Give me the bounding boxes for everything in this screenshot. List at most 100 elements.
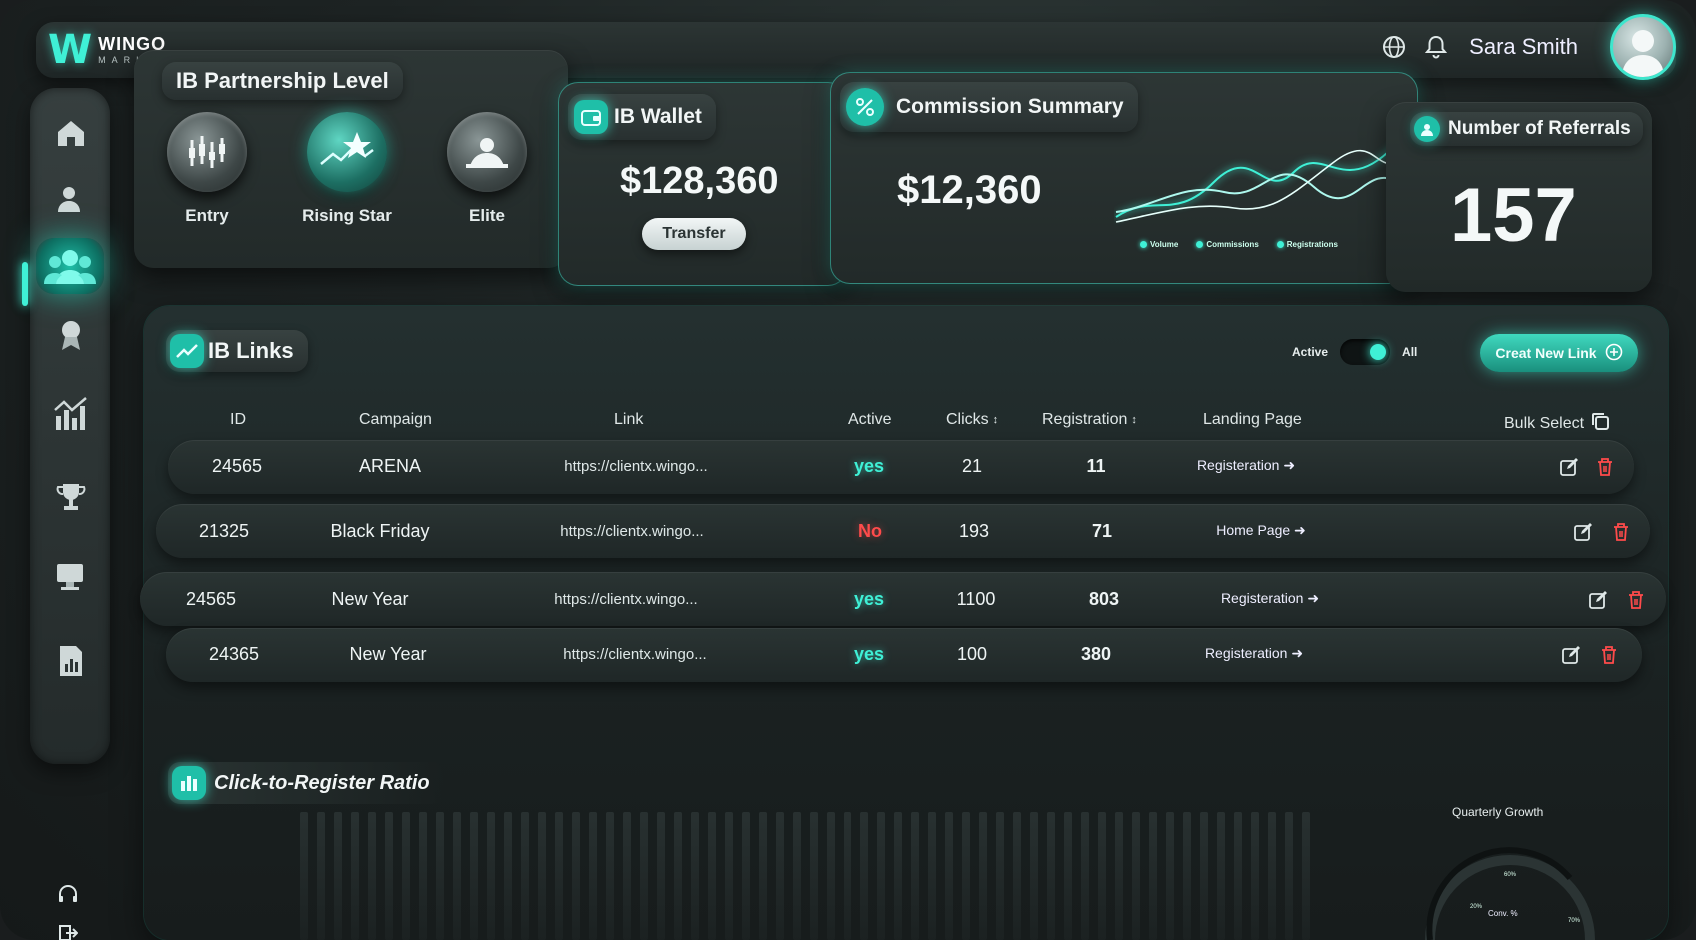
row-registration: 71 — [1091, 521, 1113, 541]
toggle-label-active: Active — [1292, 345, 1329, 359]
gauge-tick-1: 60% — [1504, 872, 1517, 878]
col-registration[interactable]: Registration ↕ — [1042, 411, 1137, 429]
delete-icon[interactable] — [1625, 589, 1647, 611]
commission-title: Commission Summary — [896, 95, 1124, 118]
row-id: 24565 — [185, 589, 237, 609]
edit-icon[interactable] — [1560, 644, 1582, 666]
wallet-title-wrap: IB Wallet — [568, 94, 716, 140]
row-link[interactable]: https://clientx.wingo... — [564, 458, 707, 475]
delete-icon[interactable] — [1598, 644, 1620, 666]
chart-icon[interactable] — [48, 390, 94, 436]
ratio-bars — [300, 812, 1311, 940]
edit-icon[interactable] — [1558, 456, 1580, 478]
monitor-icon[interactable] — [48, 554, 94, 600]
headset-icon[interactable] — [56, 882, 80, 911]
referrals-count: 157 — [1450, 173, 1577, 258]
quarterly-growth-title: Quarterly Growth — [1452, 805, 1544, 819]
transfer-button[interactable]: Transfer — [642, 218, 746, 250]
row-clicks: 1100 — [956, 589, 996, 609]
entry-badge-icon — [167, 112, 247, 192]
row-landing[interactable]: Registeration ➜ — [1197, 457, 1295, 474]
legend-commissions: Commissions — [1196, 240, 1259, 249]
level-rising-star-label: Rising Star — [302, 206, 392, 225]
row-landing-label: Registeration — [1196, 457, 1280, 473]
row-link[interactable]: https://clientx.wingo... — [554, 591, 697, 608]
col-clicks[interactable]: Clicks ↕ — [946, 411, 998, 429]
col-landing: Landing Page — [1203, 411, 1302, 428]
create-new-link-button[interactable]: Creat New Link — [1480, 334, 1638, 372]
home-icon[interactable] — [48, 110, 94, 156]
edit-icon[interactable] — [1587, 589, 1609, 611]
row-registration: 803 — [1088, 589, 1120, 609]
delete-icon[interactable] — [1610, 521, 1632, 543]
row-active: yes — [853, 644, 885, 664]
logo-mark-icon: W — [48, 27, 93, 73]
level-entry[interactable]: Entry — [162, 112, 252, 226]
copy-icon — [1590, 411, 1610, 436]
level-elite-label: Elite — [469, 206, 505, 225]
arrow-right-icon: ➜ — [1294, 522, 1306, 538]
row-campaign: New Year — [349, 644, 427, 664]
logout-icon[interactable] — [58, 924, 79, 940]
wallet-amount: $128,360 — [620, 160, 779, 202]
sparkline-commissions — [1115, 173, 1399, 213]
col-clicks-label: Clicks — [946, 411, 989, 428]
row-campaign: ARENA — [358, 456, 422, 476]
commission-amount: $12,360 — [897, 168, 1042, 212]
sort-icon: ↕ — [1131, 414, 1137, 426]
row-id: 21325 — [198, 521, 250, 541]
col-link: Link — [614, 411, 644, 428]
referrals-icon — [1414, 116, 1440, 142]
elite-badge-icon — [447, 112, 527, 192]
row-link[interactable]: https://clientx.wingo... — [563, 646, 706, 663]
row-clicks: 193 — [958, 521, 990, 541]
row-link[interactable]: https://clientx.wingo... — [560, 523, 703, 540]
level-entry-label: Entry — [185, 206, 229, 225]
col-bulk-select[interactable]: Bulk Select — [1504, 411, 1610, 436]
level-elite[interactable]: Elite — [442, 112, 532, 226]
delete-icon[interactable] — [1594, 456, 1616, 478]
trend-icon — [170, 334, 204, 368]
row-landing[interactable]: Registeration ➜ — [1221, 590, 1319, 607]
row-registration: 380 — [1080, 644, 1112, 664]
create-new-link-label: Creat New Link — [1495, 345, 1597, 361]
row-id: 24365 — [208, 644, 260, 664]
plus-circle-icon — [1605, 343, 1623, 364]
row-landing[interactable]: Home Page ➜ — [1216, 522, 1306, 539]
commission-sparkline — [1115, 141, 1399, 223]
sort-icon: ↕ — [992, 414, 999, 426]
quarterly-growth-gauge: 60% 20% 70% Conv. % — [1425, 847, 1595, 940]
toggle-label-all: All — [1402, 345, 1418, 359]
sparkline-volume — [1115, 141, 1399, 218]
globe-icon[interactable] — [1379, 32, 1409, 62]
ib-links-title: IB Links — [208, 338, 294, 363]
avatar[interactable] — [1610, 14, 1676, 80]
commission-legend: Volume Commissions Registrations — [1140, 240, 1338, 249]
active-all-toggle[interactable] — [1340, 339, 1391, 365]
app-frame: W WINGO MARKETS Sara Smith — [0, 0, 1696, 940]
row-campaign: Black Friday — [330, 521, 430, 541]
percent-icon — [846, 88, 884, 126]
wallet-title: IB Wallet — [614, 105, 702, 128]
level-rising-star[interactable]: Rising Star — [302, 112, 392, 226]
col-bulk-label: Bulk Select — [1504, 414, 1585, 432]
report-icon[interactable] — [48, 638, 94, 684]
sidebar-active-indicator — [22, 262, 28, 306]
edit-icon[interactable] — [1572, 521, 1594, 543]
user-icon[interactable] — [48, 176, 94, 222]
col-campaign: Campaign — [359, 411, 432, 428]
referrals-title-wrap: Number of Referrals — [1410, 112, 1643, 146]
group-icon[interactable] — [36, 238, 104, 294]
gauge-tick-3: 70% — [1568, 918, 1581, 924]
arrow-right-icon: ➜ — [1283, 457, 1296, 473]
trophy-icon[interactable] — [48, 474, 94, 520]
ratio-title-wrap: Click-to-Register Ratio — [168, 762, 444, 804]
arrow-right-icon: ➜ — [1291, 645, 1304, 661]
row-landing[interactable]: Registeration ➜ — [1205, 645, 1303, 662]
bell-icon[interactable] — [1421, 32, 1451, 62]
award-icon[interactable] — [48, 312, 94, 358]
ratio-title: Click-to-Register Ratio — [214, 771, 430, 794]
gauge-tick-2: 20% — [1470, 904, 1483, 910]
row-clicks: 21 — [961, 456, 983, 476]
user-name[interactable]: Sara Smith — [1469, 34, 1578, 60]
